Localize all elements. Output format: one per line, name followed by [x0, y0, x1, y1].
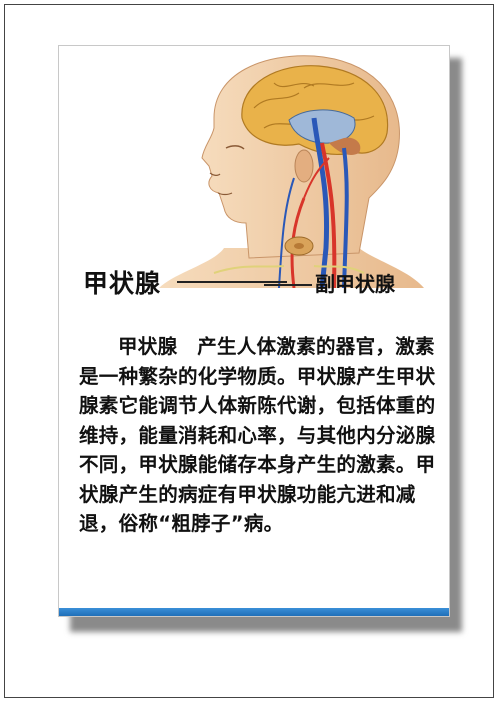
thyroid-leader-line — [177, 281, 287, 283]
description-paragraph: 甲状腺 产生人体激素的器官，激素是一种繁杂的化学物质。甲状腺产生甲状腺素它能调节… — [79, 335, 436, 535]
card-bottom-bar — [59, 608, 449, 616]
parathyroid-leader-line — [264, 284, 312, 286]
info-card: 甲状腺 副甲状腺 甲状腺 产生人体激素的器官，激素是一种繁杂的化学物质。甲状腺产… — [58, 45, 450, 617]
thyroid-label: 甲状腺 — [83, 269, 162, 298]
parathyroid-label: 副甲状腺 — [315, 272, 395, 296]
head-anatomy-illustration — [159, 55, 424, 288]
